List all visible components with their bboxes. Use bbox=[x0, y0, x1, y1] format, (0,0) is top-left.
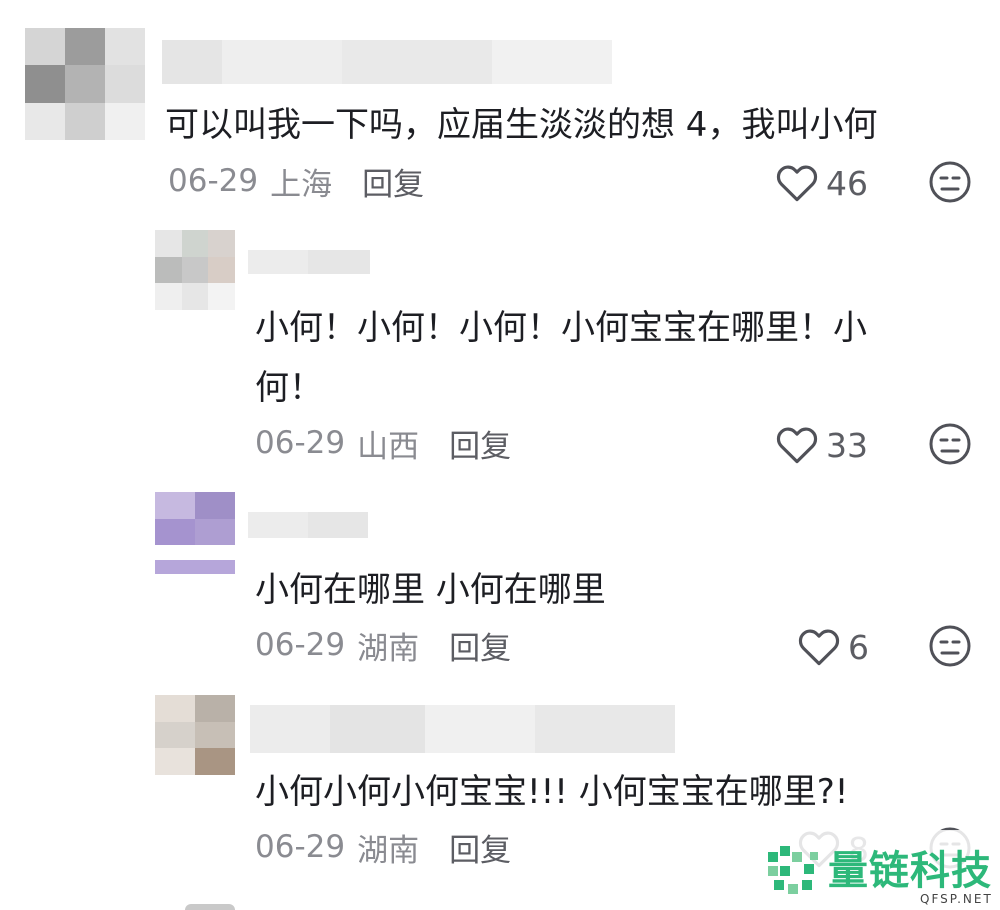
comment-location: 湖南 bbox=[357, 630, 420, 667]
comment-location: 湖南 bbox=[357, 832, 420, 869]
unamused-face-icon[interactable] bbox=[928, 422, 972, 466]
comment-location: 山西 bbox=[357, 428, 420, 465]
like-count: 46 bbox=[826, 163, 868, 203]
comment-meta: 06-29 上海 回复 bbox=[168, 159, 424, 204]
username-blurred[interactable] bbox=[250, 705, 675, 753]
comment-meta: 06-29 山西 回复 bbox=[255, 421, 511, 466]
reply-button[interactable]: 回复 bbox=[449, 623, 511, 668]
comment-date: 06-29 bbox=[168, 163, 259, 199]
next-avatar-partial bbox=[185, 904, 235, 910]
username-blurred[interactable] bbox=[248, 512, 368, 538]
like-button[interactable]: 46 bbox=[776, 160, 868, 206]
comment-meta: 06-29 湖南 回复 bbox=[255, 623, 511, 668]
comment-text: 小何在哪里 小何在哪里 bbox=[255, 570, 606, 610]
avatar-stripe bbox=[155, 560, 235, 574]
reply-button[interactable]: 回复 bbox=[449, 421, 511, 466]
comment-location: 上海 bbox=[270, 166, 333, 203]
unamused-face-icon[interactable] bbox=[928, 624, 972, 668]
avatar[interactable] bbox=[25, 28, 145, 140]
heart-outline-icon bbox=[776, 165, 818, 202]
like-count: 33 bbox=[826, 425, 868, 465]
watermark-domain: QFSP.NET bbox=[920, 892, 993, 906]
avatar[interactable] bbox=[155, 695, 235, 775]
comment-text: 小何小何小何宝宝!!! 小何宝宝在哪里?! bbox=[255, 772, 849, 812]
username-blurred[interactable] bbox=[248, 250, 370, 274]
unamused-face-icon[interactable] bbox=[928, 160, 972, 204]
comment-date: 06-29 bbox=[255, 425, 346, 461]
like-button[interactable]: 33 bbox=[776, 422, 868, 468]
like-count: 6 bbox=[848, 627, 869, 667]
watermark-brand: 量链科技 bbox=[828, 848, 992, 894]
comment-date: 06-29 bbox=[255, 829, 346, 865]
heart-outline-icon bbox=[798, 629, 840, 666]
comment-text: 小何！小何！小何！小何宝宝在哪里！小 何！ bbox=[255, 308, 867, 408]
watermark-logo-icon bbox=[768, 846, 818, 894]
like-button[interactable]: 6 bbox=[798, 624, 869, 670]
heart-outline-icon bbox=[776, 427, 818, 464]
comment-meta: 06-29 湖南 回复 bbox=[255, 825, 511, 870]
watermark: 量链科技 QFSP.NET bbox=[760, 830, 1000, 910]
reply-button[interactable]: 回复 bbox=[362, 159, 424, 204]
comment-date: 06-29 bbox=[255, 627, 346, 663]
comment-text: 可以叫我一下吗，应届生淡淡的想 4，我叫小何 bbox=[165, 105, 878, 145]
reply-button[interactable]: 回复 bbox=[449, 825, 511, 870]
username-blurred[interactable] bbox=[162, 40, 612, 84]
avatar[interactable] bbox=[155, 230, 235, 310]
